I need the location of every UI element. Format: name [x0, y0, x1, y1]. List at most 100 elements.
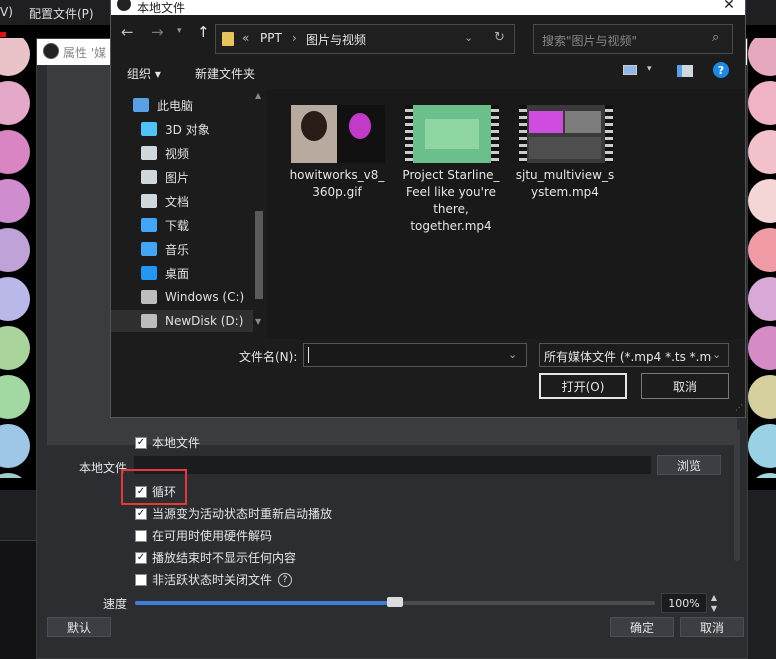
- address-dropdown-icon[interactable]: ⌄: [464, 31, 473, 44]
- navigation-pane-scrollbar[interactable]: ▲ ▼: [253, 91, 265, 337]
- cancel-button[interactable]: 取消: [680, 617, 744, 637]
- new-folder-button[interactable]: 新建文件夹: [195, 65, 255, 82]
- help-icon[interactable]: ?: [278, 572, 293, 587]
- desktop-icon: [141, 266, 157, 280]
- view-dropdown-icon[interactable]: ▾: [647, 64, 652, 74]
- breadcrumb-current[interactable]: 图片与视频: [306, 31, 366, 48]
- file-type-filter-value: 所有媒体文件 (*.mp4 *.ts *.mc: [544, 350, 718, 364]
- speed-slider-handle[interactable]: [387, 597, 403, 607]
- option-row[interactable]: ✓ 播放结束时不显示任何内容: [135, 549, 296, 566]
- chevron-down-icon[interactable]: ⌄: [712, 348, 722, 361]
- filename-input[interactable]: ⌄: [303, 343, 527, 367]
- resize-grip-icon[interactable]: ⋰: [735, 403, 743, 412]
- file-name-multiview[interactable]: sjtu_multiview_s ystem.mp4: [515, 167, 615, 201]
- speed-stepper[interactable]: ▲ ▼: [707, 593, 721, 613]
- highlight-box: [121, 469, 187, 505]
- obs-logo-icon: [43, 43, 59, 59]
- search-icon[interactable]: ⌕: [712, 30, 719, 45]
- menu-view[interactable]: V): [0, 5, 13, 19]
- help-icon[interactable]: ?: [713, 62, 729, 78]
- file-thumbnail-starline[interactable]: [405, 105, 499, 163]
- defaults-button[interactable]: 默认: [47, 617, 111, 637]
- chevron-down-icon[interactable]: ▼: [711, 604, 717, 613]
- option-label: 播放结束时不显示任何内容: [152, 551, 297, 565]
- chevron-up-icon[interactable]: ▲: [255, 91, 261, 100]
- option-row[interactable]: 非活跃状态时关闭文件?: [135, 571, 293, 588]
- speed-label: 速度: [103, 597, 128, 611]
- preview-pane-icon[interactable]: [677, 65, 693, 77]
- local-file-checkbox[interactable]: ✓: [135, 436, 147, 449]
- sidebar-item[interactable]: 3D 对象: [141, 118, 210, 140]
- breadcrumb-overflow[interactable]: «: [242, 31, 249, 45]
- breadcrumb-ppt[interactable]: PPT: [260, 31, 282, 45]
- color-swatch: [0, 277, 30, 321]
- file-thumbnail-gif[interactable]: [291, 105, 385, 163]
- ok-button[interactable]: 确定: [610, 617, 674, 637]
- file-type-filter[interactable]: 所有媒体文件 (*.mp4 *.ts *.mc ⌄: [539, 343, 729, 367]
- forward-arrow-icon[interactable]: →: [151, 23, 164, 41]
- up-arrow-icon[interactable]: ↑: [197, 23, 210, 41]
- file-thumbnail-multiview[interactable]: [519, 105, 613, 163]
- sidebar-item-label: NewDisk (D:): [165, 314, 244, 328]
- option-row[interactable]: 在可用时使用硬件解码: [135, 527, 272, 544]
- local-file-checkbox-row[interactable]: ✓ 本地文件: [135, 434, 200, 451]
- document-icon: [141, 194, 157, 208]
- sidebar-item[interactable]: 此电脑: [133, 94, 193, 116]
- navigation-pane: 此电脑 3D 对象视频图片文档 下载 音乐 桌面 Windows (C:) NewDisk …: [111, 89, 267, 339]
- organize-menu[interactable]: 组织 ▾: [127, 65, 161, 82]
- sidebar-item[interactable]: NewDisk (D:): [111, 310, 253, 332]
- scroll-thumb[interactable]: [255, 211, 263, 299]
- sidebar-item[interactable]: 音乐: [141, 238, 189, 260]
- open-button[interactable]: 打开(O): [539, 373, 627, 399]
- refresh-icon[interactable]: ↻: [494, 30, 505, 45]
- properties-scrollbar[interactable]: [734, 429, 740, 561]
- speed-value-field[interactable]: 100%: [661, 593, 707, 613]
- search-input[interactable]: 搜索"图片与视频": [542, 32, 637, 49]
- music-icon: [141, 242, 157, 256]
- option-checkbox[interactable]: ✓: [135, 507, 147, 520]
- option-checkbox[interactable]: ✓: [135, 551, 147, 564]
- search-box[interactable]: 搜索"图片与视频" ⌕: [533, 24, 733, 54]
- red-marker: [0, 32, 6, 37]
- color-swatch: [0, 326, 30, 370]
- folder-icon: [222, 32, 234, 46]
- option-checkbox[interactable]: [135, 529, 147, 542]
- sidebar-item[interactable]: 文档: [141, 190, 189, 212]
- file-dialog-toolbar: 组织 ▾ 新建文件夹 ▾ ?: [111, 55, 745, 87]
- browse-button[interactable]: 浏览: [657, 455, 721, 475]
- file-name-starline[interactable]: Project Starline_ Feel like you're there…: [401, 167, 501, 235]
- option-row[interactable]: ✓ 当源变为活动状态时重新启动播放: [135, 505, 332, 522]
- sidebar-item[interactable]: 桌面: [141, 262, 189, 284]
- sidebar-item-label: 视频: [165, 146, 190, 161]
- menu-profile[interactable]: 配置文件(P): [29, 5, 94, 22]
- file-cancel-button[interactable]: 取消: [641, 373, 729, 399]
- sidebar-item-label: 3D 对象: [165, 122, 210, 137]
- sidebar-item-label: 图片: [165, 170, 190, 185]
- drive-icon: [141, 290, 157, 304]
- option-checkbox[interactable]: [135, 573, 147, 586]
- filename-history-dropdown-icon[interactable]: ⌄: [508, 348, 517, 361]
- local-file-checkbox-label: 本地文件: [152, 436, 201, 450]
- file-list: howitworks_v8_ 360p.gif Project Starline…: [267, 89, 745, 339]
- properties-title: 属性 '媒: [63, 46, 107, 60]
- sidebar-item[interactable]: Windows (C:): [141, 286, 244, 308]
- recent-dropdown-icon[interactable]: ▾: [177, 26, 182, 36]
- file-dialog-titlebar: 本地文件 ✕: [111, 0, 745, 15]
- color-swatch: [748, 277, 776, 321]
- chevron-down-icon[interactable]: ▼: [255, 317, 261, 326]
- view-options-icon[interactable]: [623, 65, 637, 75]
- speed-slider-track[interactable]: [135, 597, 655, 607]
- back-arrow-icon[interactable]: ←: [121, 23, 134, 41]
- color-swatch: [748, 228, 776, 272]
- local-file-path-field[interactable]: [133, 455, 652, 475]
- sidebar-item[interactable]: 图片: [141, 166, 189, 188]
- address-bar[interactable]: « PPT › 图片与视频 ⌄ ↻: [215, 24, 515, 54]
- chevron-up-icon[interactable]: ▲: [711, 593, 717, 602]
- file-name-gif[interactable]: howitworks_v8_ 360p.gif: [287, 167, 387, 201]
- color-swatch: [0, 473, 30, 478]
- picture-icon: [141, 170, 157, 184]
- sidebar-item-label: 此电脑: [157, 98, 194, 113]
- sidebar-item[interactable]: 视频: [141, 142, 189, 164]
- sidebar-item[interactable]: 下载: [141, 214, 189, 236]
- close-icon[interactable]: ✕: [717, 0, 741, 13]
